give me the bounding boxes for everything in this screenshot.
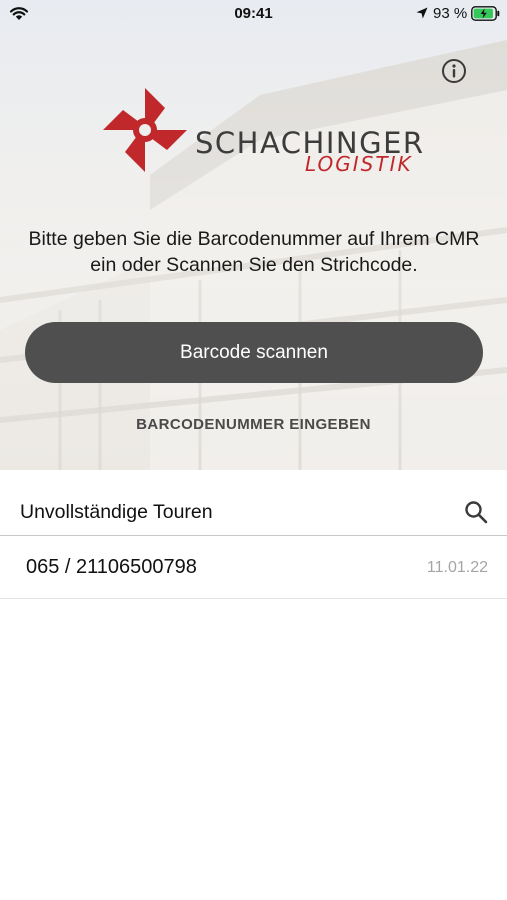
incomplete-tours-header: Unvollständige Touren (0, 472, 507, 536)
status-time: 09:41 (234, 5, 273, 22)
section-title: Unvollständige Touren (20, 501, 213, 523)
info-circle-icon[interactable] (441, 58, 467, 84)
brand-subline: LOGISTIK (305, 152, 413, 176)
location-arrow-icon (416, 7, 428, 19)
tour-id: 065 / 21106500798 (26, 556, 197, 578)
scan-barcode-button[interactable]: Barcode scannen (25, 322, 483, 383)
search-icon[interactable] (464, 500, 488, 524)
instruction-text: Bitte geben Sie die Barcodenummer auf Ih… (28, 228, 480, 276)
enter-barcode-button[interactable]: BARCODENUMMER EINGEBEN (0, 416, 507, 433)
status-bar: 09:41 93 % (0, 0, 507, 28)
battery-charging-icon (471, 6, 500, 21)
tour-list-item[interactable]: 065 / 21106500798 11.01.22 (0, 537, 507, 599)
brand-logo-mark (103, 88, 187, 172)
hero-section: 09:41 93 % SCHACHINGER LOGISTIK Bitte ge… (0, 0, 507, 470)
tour-date: 11.01.22 (426, 559, 488, 576)
battery-percentage: 93 % (433, 5, 468, 22)
